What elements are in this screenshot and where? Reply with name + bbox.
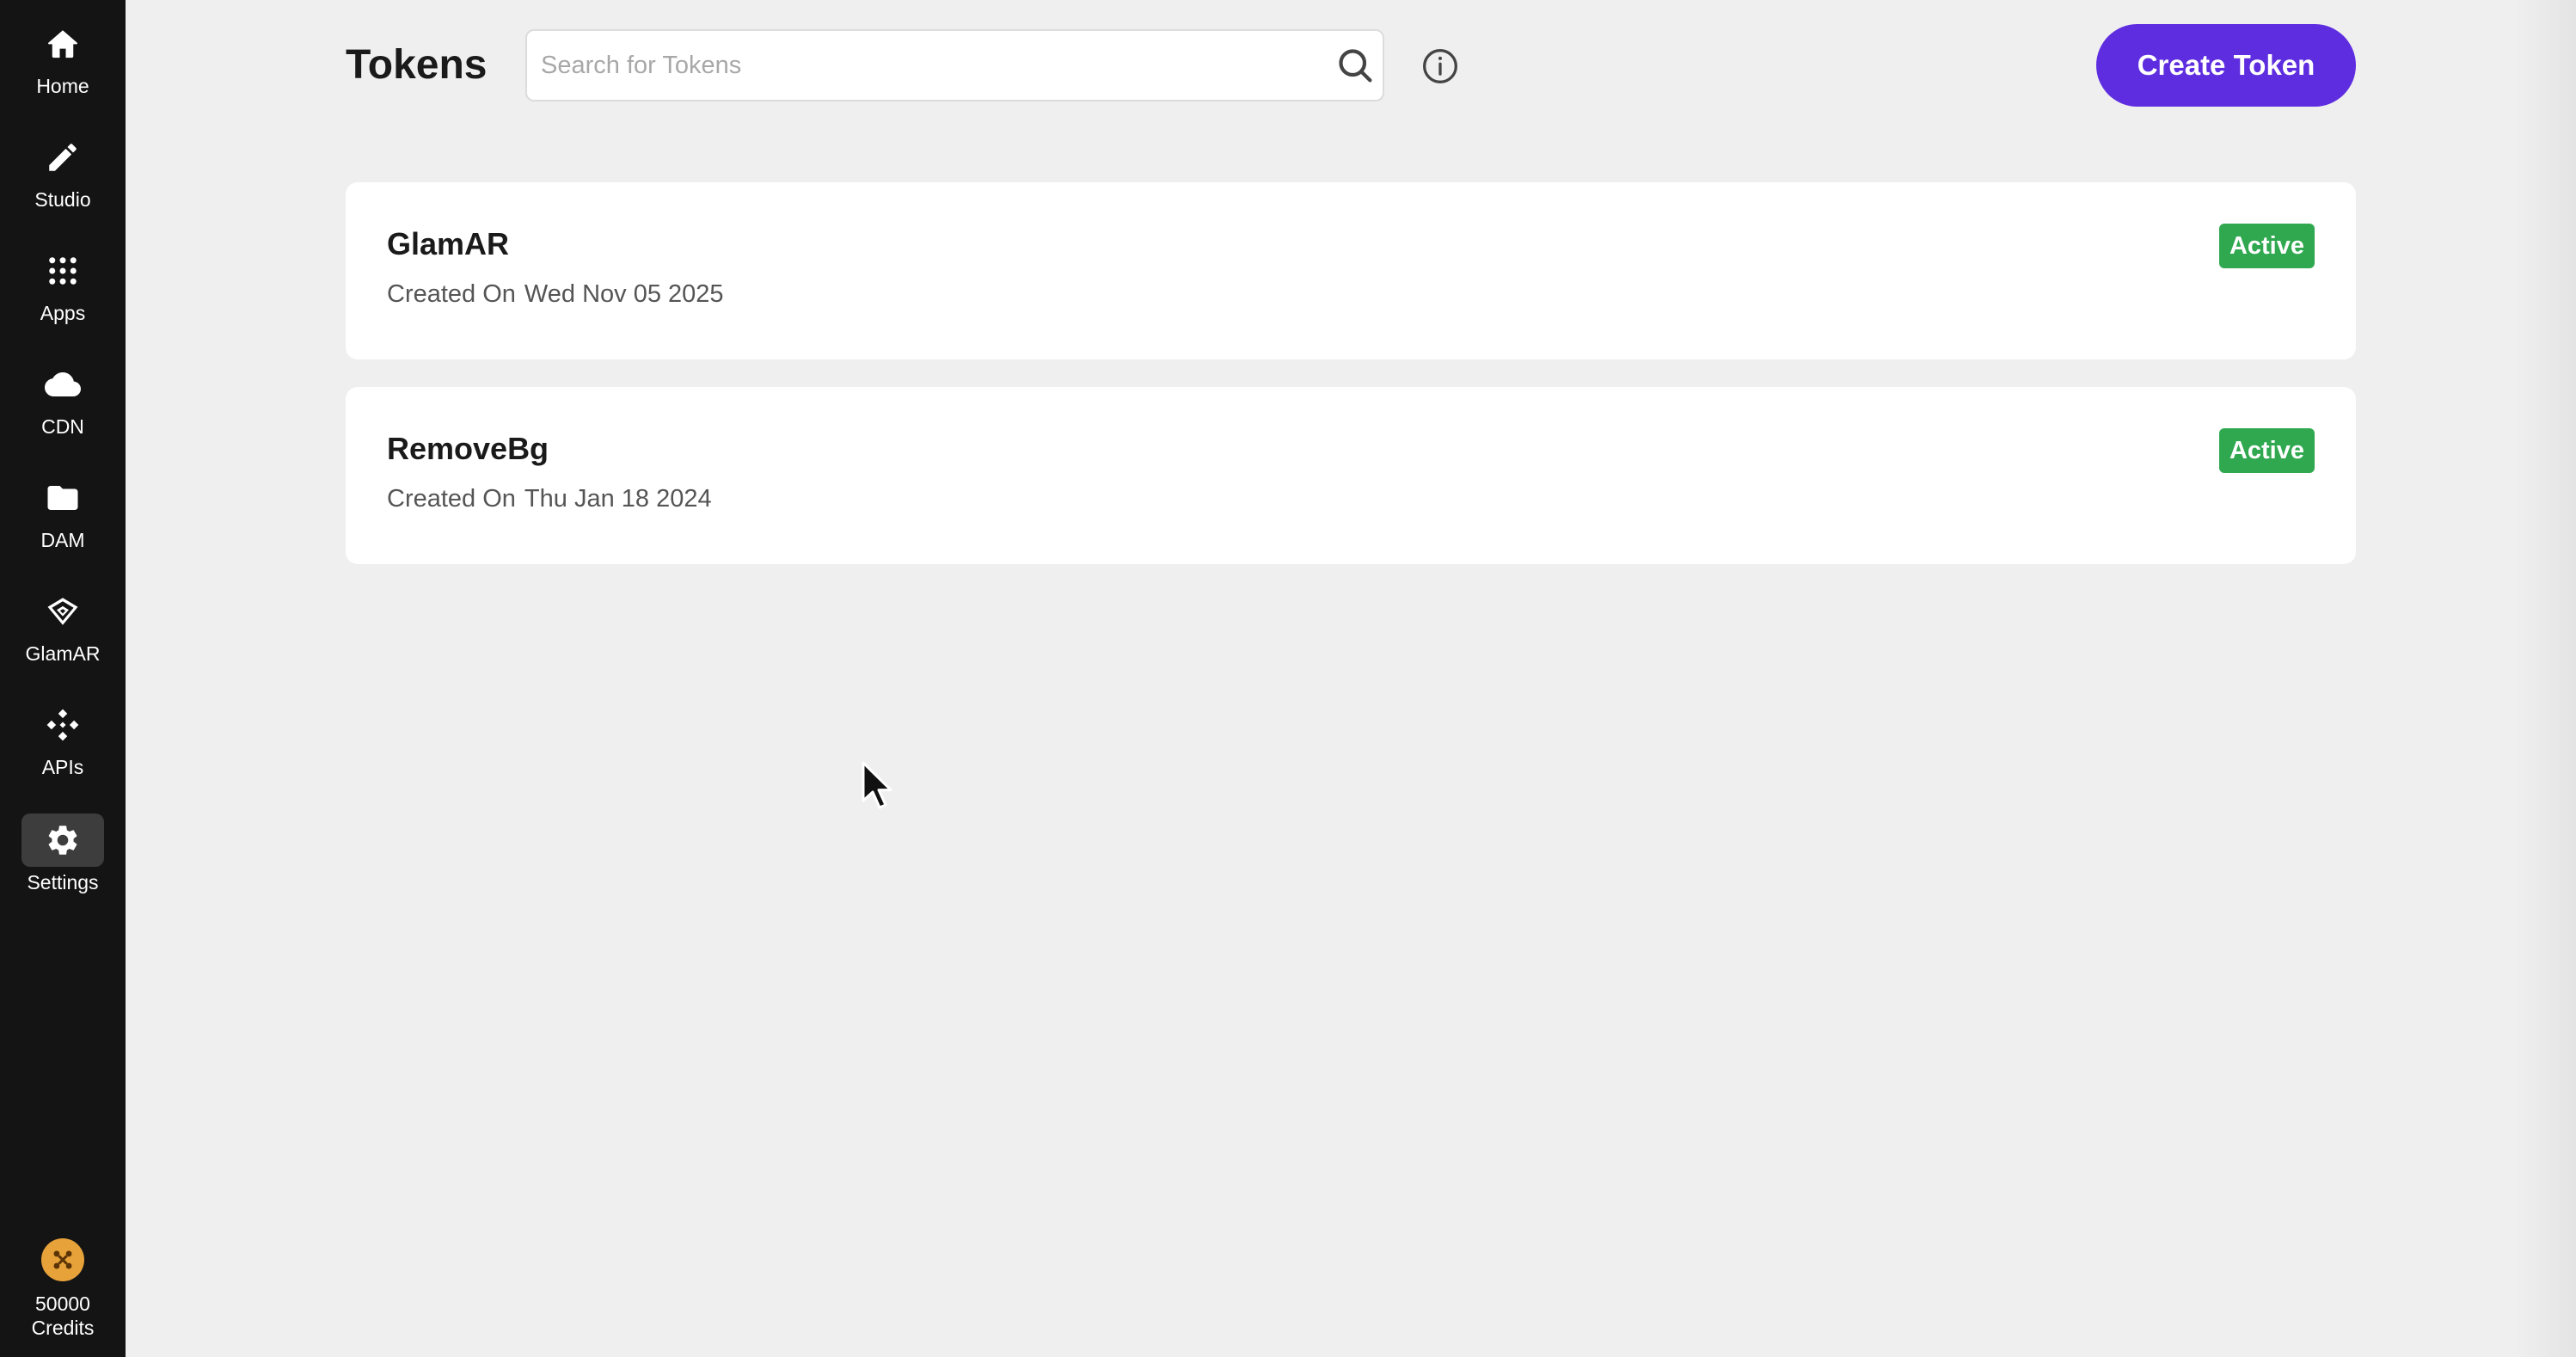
status-badge: Active [2218,224,2315,268]
search-box[interactable] [525,29,1384,101]
sidebar-item-apps[interactable]: Apps [0,244,126,346]
credits-label: 50000 Credits [31,1293,95,1339]
sidebar-item-label: APIs [41,756,84,778]
sidebar-item-label: Studio [34,188,91,211]
sidebar-item-label: GlamAR [25,642,101,665]
create-token-button[interactable]: Create Token [2096,24,2356,107]
coin-icon [41,1238,84,1281]
sidebar-item-label: Settings [27,871,99,893]
info-icon[interactable] [1421,47,1459,85]
search-input[interactable] [541,31,1332,100]
sidebar-item-label: DAM [40,529,85,551]
cloud-icon [21,358,104,411]
token-created: Created On Thu Jan 18 2024 [387,483,712,514]
grid-icon [21,244,104,298]
sidebar-item-glamar[interactable]: GlamAR [0,585,126,686]
created-date: Wed Nov 05 2025 [524,280,724,308]
token-name: RemoveBg [387,431,549,466]
apis-icon [21,698,104,752]
sidebar-item-home[interactable]: Home [0,17,126,119]
sidebar-item-settings[interactable]: Settings [0,814,126,915]
created-on-label: Created On [387,280,516,308]
created-date: Thu Jan 18 2024 [524,485,712,513]
gear-icon [21,814,104,867]
sidebar-item-label: CDN [41,415,84,438]
token-created: Created On Wed Nov 05 2025 [387,279,724,310]
glamar-icon [21,585,104,638]
token-name: GlamAR [387,226,510,261]
sidebar-item-cdn[interactable]: CDN [0,358,126,459]
pencil-icon [21,131,104,184]
token-card[interactable]: RemoveBg Created On Thu Jan 18 2024 Activ… [346,387,2356,564]
sidebar-item-studio[interactable]: Studio [0,131,126,232]
status-badge: Active [2218,428,2315,473]
sidebar-item-label: Apps [40,302,86,324]
folder-icon [21,471,104,525]
created-on-label: Created On [387,485,516,513]
token-card[interactable]: GlamAR Created On Wed Nov 05 2025 Active [346,182,2356,359]
mouse-cursor-icon [862,761,892,809]
page-title: Tokens [346,42,488,88]
sidebar-item-apis[interactable]: APIs [0,698,126,800]
sidebar-item-label: Home [36,75,89,97]
edge-shade [2516,0,2576,1357]
credits-indicator[interactable]: 50000 Credits [0,1238,126,1340]
sidebar-item-dam[interactable]: DAM [0,471,126,573]
search-icon[interactable] [1336,46,1374,84]
sidebar: Home Studio Apps CDN DAM GlamAR APIs Set… [0,0,126,1357]
home-icon [21,17,104,71]
app-window: Home Studio Apps CDN DAM GlamAR APIs Set… [0,0,2576,1357]
